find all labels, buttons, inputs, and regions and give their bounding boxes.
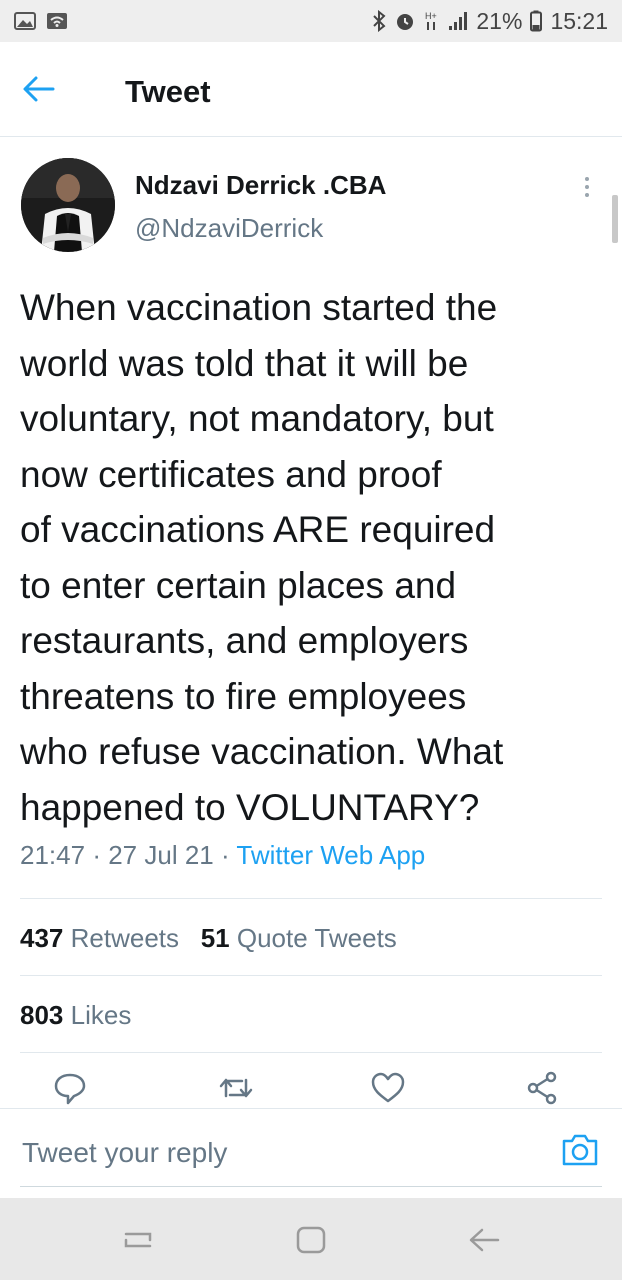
retweets-link[interactable]: 437 Retweets — [20, 923, 179, 953]
tweet-date: 27 Jul 21 — [108, 840, 214, 870]
tweet-text-line: restaurants, and employers — [20, 620, 469, 661]
tweet-text-line: to enter certain places and — [20, 564, 457, 606]
alarm-icon — [394, 10, 416, 32]
more-options-button[interactable] — [575, 174, 599, 204]
meta-separator: · — [92, 840, 101, 870]
tweet-source-link[interactable]: Twitter Web App — [236, 840, 425, 870]
reply-button[interactable] — [52, 1070, 88, 1106]
retweet-stats: 437 Retweets 51 Quote Tweets — [20, 923, 397, 954]
likes-label: Likes — [70, 1000, 132, 1030]
tweet-text-line: of vaccinations ARE required — [20, 509, 496, 550]
home-icon — [296, 1226, 326, 1254]
recent-apps-button[interactable] — [120, 1222, 156, 1258]
reply-bar: Tweet your reply — [0, 1108, 622, 1188]
bluetooth-icon — [372, 10, 386, 32]
divider — [20, 1052, 602, 1053]
more-vertical-icon — [585, 177, 589, 197]
author-name[interactable]: Ndzavi Derrick .CBA — [135, 170, 386, 201]
tweet-time: 21:47 — [20, 840, 86, 870]
tweet-text-line: threatens to fire employees — [20, 675, 467, 717]
tweet-actions — [0, 1060, 622, 1108]
author-handle[interactable]: @NdzaviDerrick — [135, 213, 323, 244]
battery-icon — [530, 10, 543, 32]
comment-icon — [54, 1073, 86, 1105]
reply-input[interactable]: Tweet your reply — [22, 1137, 227, 1169]
camera-button[interactable] — [561, 1133, 599, 1167]
svg-text:H+: H+ — [425, 11, 437, 21]
tweet-text-line: now certificates and proof — [20, 453, 442, 495]
wifi-icon — [46, 12, 68, 30]
tweet-text: When vaccination started the world was t… — [20, 280, 610, 835]
retweet-button[interactable] — [218, 1070, 254, 1106]
tweet-text-line: world was told that it will be — [20, 342, 469, 384]
home-button[interactable] — [293, 1222, 329, 1258]
scrollbar[interactable] — [612, 195, 618, 243]
gallery-icon — [14, 12, 36, 30]
back-nav-button[interactable] — [466, 1222, 502, 1258]
hplus-icon: H+ — [424, 10, 440, 32]
arrow-left-icon — [23, 76, 55, 102]
tweet-text-line: voluntary, not mandatory, but — [20, 398, 494, 439]
status-bar: H+ 21% 15:21 — [0, 0, 622, 42]
back-button[interactable] — [22, 74, 56, 104]
app-header: Tweet — [0, 42, 622, 137]
meta-separator: · — [220, 840, 230, 870]
tweet-text-line: who refuse vaccination. What — [20, 731, 504, 772]
heart-icon — [371, 1072, 405, 1103]
quotes-count: 51 — [200, 923, 230, 953]
tweet-meta: 21:47 · 27 Jul 21 · Twitter Web App — [20, 840, 425, 871]
tweet-text-line: happened to VOLUNTARY? — [20, 786, 480, 828]
camera-icon — [562, 1134, 598, 1166]
battery-percent: 21% — [476, 7, 523, 34]
quote-tweets-link[interactable]: 51 Quote Tweets — [201, 923, 397, 953]
quotes-label: Quote Tweets — [236, 923, 397, 953]
share-icon — [527, 1071, 557, 1105]
back-nav-icon — [469, 1228, 500, 1252]
signal-icon — [448, 11, 468, 31]
retweet-icon — [219, 1078, 253, 1098]
tweet-text-line: When vaccination started the — [20, 287, 498, 328]
clock: 15:21 — [550, 7, 608, 34]
retweets-count: 437 — [20, 923, 64, 953]
like-button[interactable] — [370, 1070, 406, 1106]
divider — [20, 975, 602, 976]
system-nav-bar — [0, 1198, 622, 1280]
reply-underline — [20, 1186, 602, 1187]
likes-count: 803 — [20, 1000, 64, 1030]
avatar[interactable] — [21, 158, 115, 252]
page-title: Tweet — [125, 74, 211, 109]
divider — [20, 898, 602, 899]
avatar-photo — [21, 158, 115, 252]
share-button[interactable] — [524, 1070, 560, 1106]
recent-apps-icon — [124, 1232, 152, 1248]
likes-stats[interactable]: 803 Likes — [20, 1000, 131, 1031]
retweets-label: Retweets — [70, 923, 180, 953]
